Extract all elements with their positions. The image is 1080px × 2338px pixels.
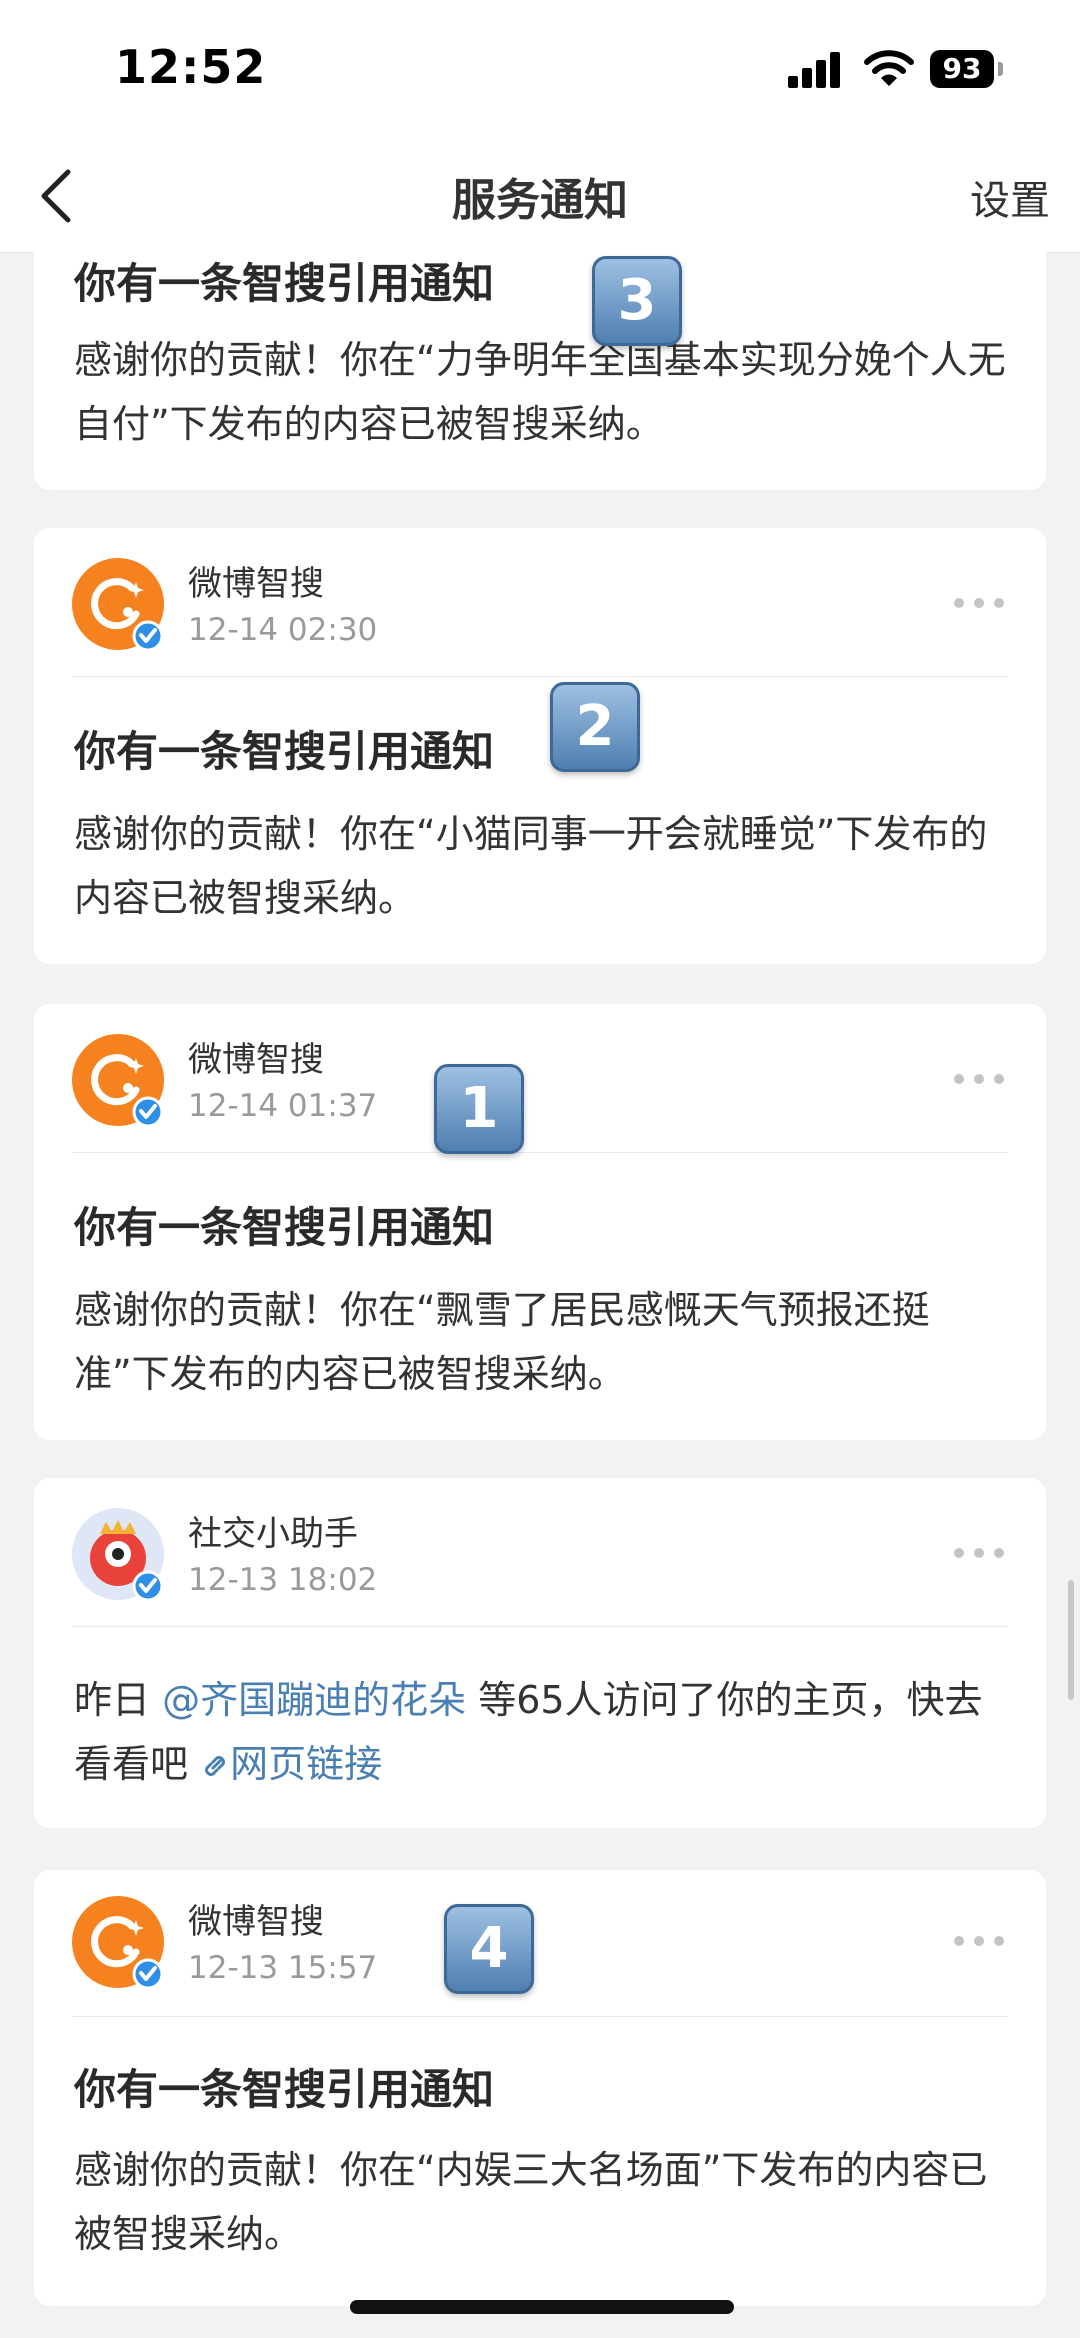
divider <box>72 676 1008 677</box>
weibo-smart-search-avatar[interactable] <box>72 558 164 650</box>
scrollbar[interactable] <box>1068 1580 1074 1700</box>
notification-body: 感谢你的贡献！你在“力争明年全国基本实现分娩个人无自付”下发布的内容已被智搜采纳… <box>74 338 1006 446</box>
notification-card[interactable]: 微博智搜 12-14 01:37 你有一条智搜引用通知 感谢你的贡献！你在“飘雪… <box>34 1004 1046 1440</box>
notification-body: 感谢你的贡献！你在“飘雪了居民感慨天气预报还挺准”下发布的内容已被智搜采纳。 <box>74 1288 930 1396</box>
more-options-icon[interactable] <box>952 1546 1006 1560</box>
number-badge-2: 2 <box>550 682 640 772</box>
status-bar: 12:52 93 <box>0 0 1080 140</box>
notification-card[interactable]: 微博智搜 12-14 02:30 你有一条智搜引用通知 感谢你的贡献！你在“小猫… <box>34 528 1046 964</box>
cellular-signal-icon <box>788 52 842 88</box>
weibo-smart-search-avatar[interactable] <box>72 1896 164 1988</box>
notification-body: 感谢你的贡献！你在“内娱三大名场面”下发布的内容已被智搜采纳。 <box>74 2148 988 2256</box>
notification-date: 12-13 18:02 <box>188 1562 378 1598</box>
notification-title: 你有一条智搜引用通知 <box>74 727 495 776</box>
battery-nub <box>998 62 1003 76</box>
sender-name[interactable]: 微博智搜 <box>188 1032 324 1081</box>
nav-bar: 服务通知 设置 <box>0 140 1080 253</box>
sender-name[interactable]: 微博智搜 <box>188 556 324 605</box>
divider <box>72 1152 1008 1153</box>
sender-name[interactable]: 微博智搜 <box>188 1894 324 1943</box>
sender-name[interactable]: 社交小助手 <box>188 1506 358 1555</box>
more-options-icon[interactable] <box>952 1934 1006 1948</box>
page-title: 服务通知 <box>452 175 628 226</box>
notification-body: 感谢你的贡献！你在“小猫同事一开会就睡觉”下发布的内容已被智搜采纳。 <box>74 812 988 920</box>
more-options-icon[interactable] <box>952 596 1006 610</box>
web-link-label: 网页链接 <box>230 1742 383 1786</box>
weibo-smart-search-avatar[interactable] <box>72 1034 164 1126</box>
divider <box>72 1626 1008 1627</box>
social-assistant-avatar[interactable] <box>72 1508 164 1600</box>
notification-title: 你有一条智搜引用通知 <box>74 259 495 308</box>
body-prefix: 昨日 <box>74 1678 163 1722</box>
notification-body: 昨日 @齐国蹦迪的花朵 等65人访问了你的主页，快去看看吧 网页链接 <box>74 1668 1014 1796</box>
divider <box>72 2016 1008 2017</box>
web-link[interactable]: 网页链接 <box>200 1742 382 1786</box>
notification-card[interactable]: 社交小助手 12-13 18:02 昨日 @齐国蹦迪的花朵 等65人访问了你的主… <box>34 1478 1046 1828</box>
notification-title: 你有一条智搜引用通知 <box>74 1203 495 1252</box>
more-options-icon[interactable] <box>952 1072 1006 1086</box>
battery-icon: 93 <box>930 50 994 88</box>
link-icon <box>205 1756 226 1776</box>
notification-date: 12-14 01:37 <box>188 1088 378 1124</box>
settings-button[interactable]: 设置 <box>970 168 1050 226</box>
user-mention-link[interactable]: @齐国蹦迪的花朵 <box>162 1678 466 1722</box>
number-badge-4: 4 <box>444 1904 534 1994</box>
number-badge-3: 3 <box>592 256 682 346</box>
notification-card[interactable]: 微博智搜 12-13 15:57 你有一条智搜引用通知 感谢你的贡献！你在“内娱… <box>34 1870 1046 2306</box>
notification-date: 12-13 15:57 <box>188 1950 378 1986</box>
wifi-icon <box>864 50 914 86</box>
notification-card[interactable]: 你有一条智搜引用通知 感谢你的贡献！你在“力争明年全国基本实现分娩个人无自付”下… <box>34 240 1046 490</box>
home-indicator[interactable] <box>350 2300 734 2314</box>
notification-title: 你有一条智搜引用通知 <box>74 2065 495 2114</box>
notification-date: 12-14 02:30 <box>188 612 378 648</box>
status-time: 12:52 <box>115 40 267 94</box>
number-badge-1: 1 <box>434 1064 524 1154</box>
